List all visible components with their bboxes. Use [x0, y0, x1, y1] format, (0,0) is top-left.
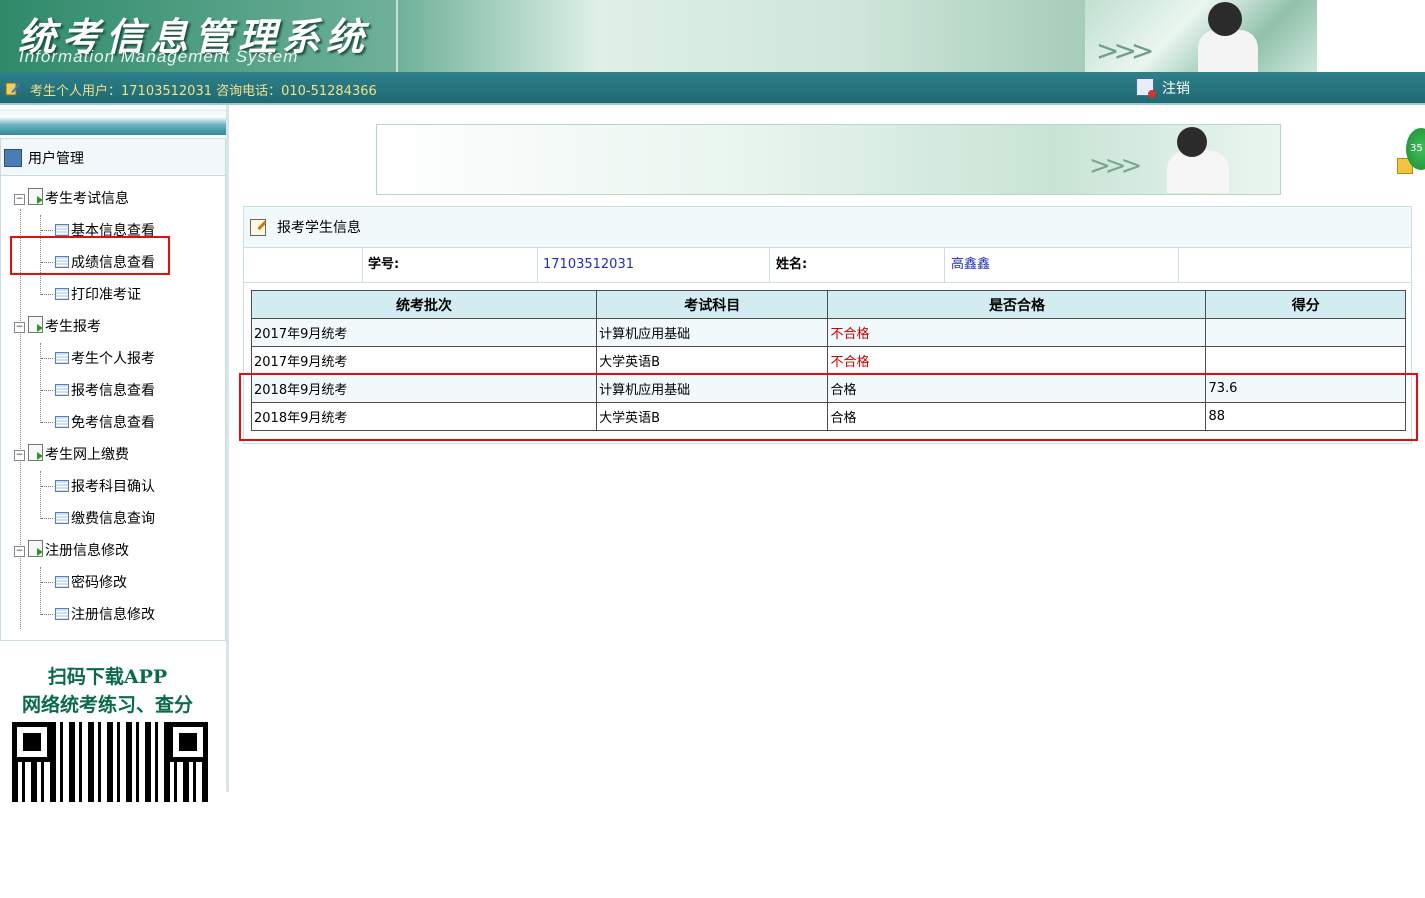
file-icon [55, 384, 69, 396]
tree-item-label: 注册信息修改 [71, 607, 155, 623]
student-info-row: 学号: 17103512031 姓名: 高鑫鑫 [244, 248, 1411, 283]
highlight-box-score-item [10, 236, 170, 275]
file-icon [55, 352, 69, 364]
arrow-decoration-icon: >>> [1096, 34, 1154, 67]
tree-item-label: 打印准考证 [71, 287, 141, 303]
tree-item-print-admission[interactable]: 打印准考证 [41, 284, 141, 304]
student-name-value: 高鑫鑫 [945, 248, 1179, 282]
notepad-icon [250, 219, 266, 236]
cell-subject: 大学英语B [596, 346, 829, 375]
folder-icon [28, 316, 43, 333]
file-icon [55, 224, 69, 236]
tree-item-password-change[interactable]: 密码修改 [41, 572, 127, 592]
tree-group-online-payment[interactable]: − 考生网上缴费 [14, 444, 129, 464]
file-icon [55, 512, 69, 524]
promo-line-2: 网络统考练习、查分 [21, 694, 193, 716]
file-icon [55, 608, 69, 620]
table-row: 2017年9月统考 计算机应用基础 不合格 [250, 318, 1406, 347]
qr-code-image [12, 722, 208, 802]
tree-item-label: 缴费信息查询 [71, 511, 155, 527]
panel-title: 报考学生信息 [277, 220, 361, 236]
logout-label: 注销 [1162, 81, 1190, 97]
file-icon [55, 416, 69, 428]
info-cell-empty [244, 248, 363, 282]
user-management-icon [4, 149, 22, 167]
tree-item-label: 报考科目确认 [71, 479, 155, 495]
collapse-icon[interactable]: − [14, 450, 25, 461]
collapse-icon[interactable]: − [14, 322, 25, 333]
tree-item-label: 密码修改 [71, 575, 127, 591]
tree-item-subject-confirm[interactable]: 报考科目确认 [41, 476, 155, 496]
file-icon [55, 480, 69, 492]
folder-icon [28, 540, 43, 557]
folder-icon [28, 188, 43, 205]
arrow-decoration-icon: >>> [1089, 151, 1142, 181]
logout-button[interactable]: 注销 [1136, 78, 1190, 98]
table-row: 2017年9月统考 大学英语B 不合格 [250, 346, 1406, 375]
logout-icon [1136, 78, 1156, 98]
collapse-icon[interactable]: − [14, 194, 25, 205]
column-header-score: 得分 [1205, 290, 1406, 319]
tree-group-account-edit[interactable]: − 注册信息修改 [14, 540, 129, 560]
cell-status: 不合格 [827, 318, 1207, 347]
column-header-status: 是否合格 [827, 290, 1207, 319]
user-bar: 考生个人用户：17103512031 咨询电话：010-51284366 注销 [0, 72, 1425, 174]
tree-item-label: 免考信息查看 [71, 415, 155, 431]
app-header: 统考信息管理系统 Information Management System >… [0, 0, 1425, 74]
tree-item-label: 报考信息查看 [71, 383, 155, 399]
panel-header: 报考学生信息 [244, 207, 1411, 248]
user-edit-icon [5, 82, 20, 96]
collapse-icon[interactable]: − [14, 546, 25, 557]
sidebar-title-label: 用户管理 [28, 151, 84, 167]
tree-item-label: 考生个人报考 [71, 351, 155, 367]
cell-status: 不合格 [827, 346, 1207, 375]
tree-group-label: 注册信息修改 [45, 543, 129, 559]
person-head-illustration [1177, 127, 1207, 157]
student-name-label: 姓名: [770, 248, 945, 282]
logo-subtitle: Information Management System [19, 47, 299, 66]
tree-group-registration[interactable]: − 考生报考 [14, 316, 101, 336]
tree-group-label: 考生报考 [45, 319, 101, 335]
tree-item-personal-register[interactable]: 考生个人报考 [41, 348, 155, 368]
student-id-label: 学号: [363, 248, 538, 282]
sidebar-top-bar [0, 109, 226, 135]
cell-batch: 2017年9月统考 [250, 346, 598, 375]
tree-group-exam-info[interactable]: − 考生考试信息 [14, 188, 129, 208]
highlight-box-2018-rows [239, 373, 1418, 441]
sidebar-title: 用户管理 [0, 138, 226, 176]
tree-item-account-info-edit[interactable]: 注册信息修改 [41, 604, 155, 624]
student-id-value: 17103512031 [538, 248, 770, 282]
tree-group-label: 考生考试信息 [45, 191, 129, 207]
cell-batch: 2017年9月统考 [250, 318, 598, 347]
cell-score [1205, 318, 1406, 347]
tree-item-payment-query[interactable]: 缴费信息查询 [41, 508, 155, 528]
header-divider [396, 0, 398, 72]
app-download-promo: 扫码下载APP 网络统考练习、查分 [4, 658, 211, 898]
file-icon [55, 288, 69, 300]
promo-line-1: 扫码下载APP [47, 666, 168, 688]
table-header-row: 统考批次 考试科目 是否合格 得分 [250, 290, 1406, 319]
person-head-illustration [1208, 2, 1242, 36]
tree-item-exemption-info[interactable]: 免考信息查看 [41, 412, 155, 432]
person-illustration [1198, 30, 1258, 72]
tree-group-label: 考生网上缴费 [45, 447, 129, 463]
cell-subject: 计算机应用基础 [596, 318, 829, 347]
column-header-batch: 统考批次 [250, 290, 598, 319]
folder-icon [28, 444, 43, 461]
person-illustration [1167, 151, 1229, 193]
sidebar: 用户管理 − 考生考试信息 基本信息查看 成绩信息查看 打印准考证 − 考生报考 考… [0, 105, 229, 898]
user-info-text: 考生个人用户：17103512031 咨询电话：010-51284366 [30, 84, 377, 99]
cell-score [1205, 346, 1406, 375]
column-header-subject: 考试科目 [596, 290, 829, 319]
tree-item-register-info[interactable]: 报考信息查看 [41, 380, 155, 400]
file-icon [55, 576, 69, 588]
content-banner-image: >>> [376, 124, 1281, 195]
